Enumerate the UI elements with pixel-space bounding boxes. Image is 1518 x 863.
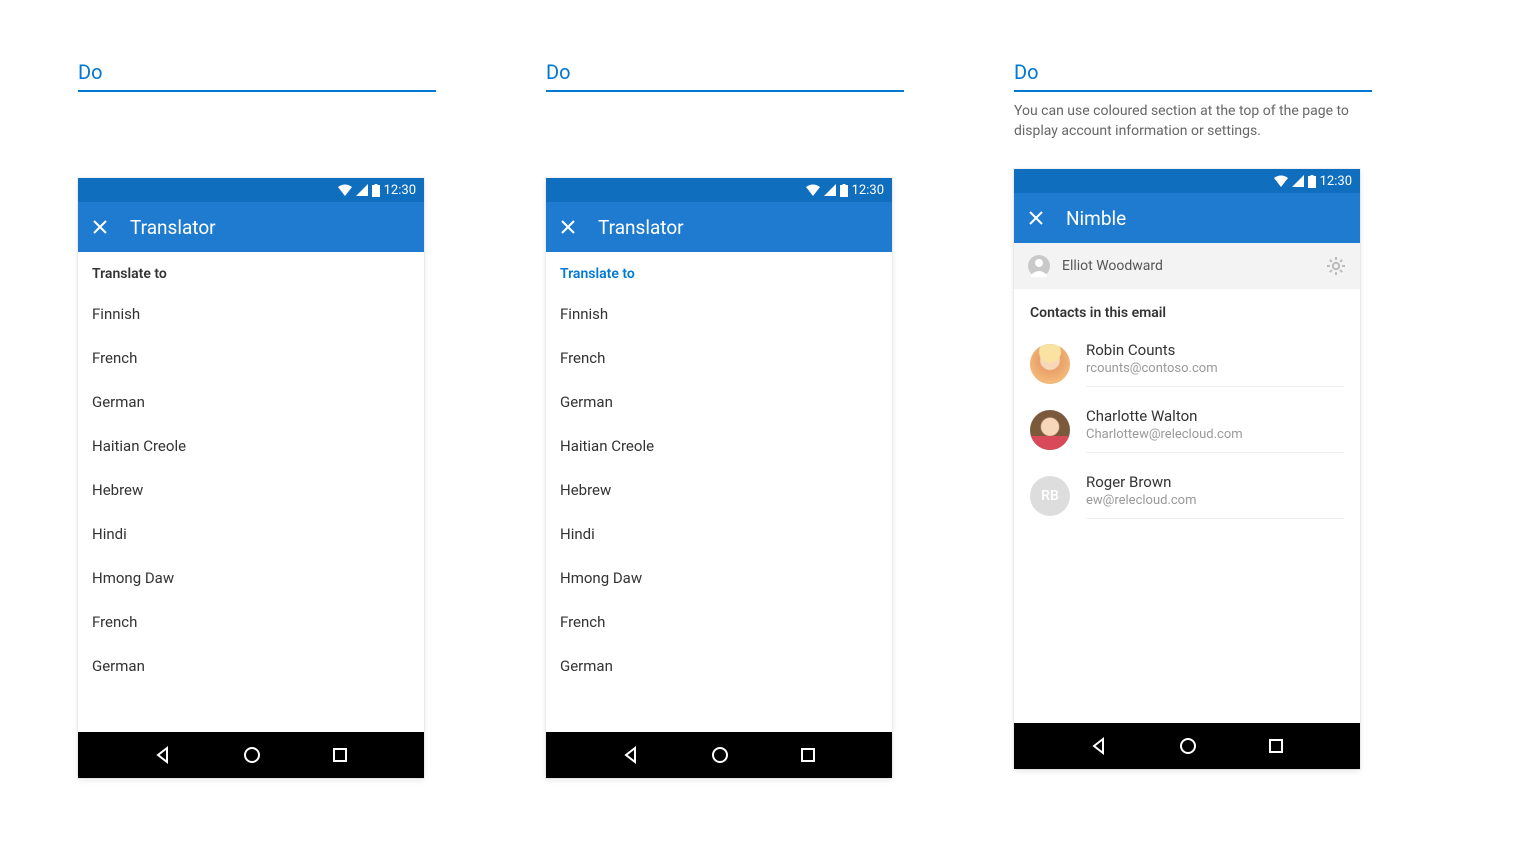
list-item[interactable]: Haitian Creole: [546, 424, 892, 468]
app-bar: Nimble: [1014, 193, 1360, 243]
list-item[interactable]: French: [78, 600, 424, 644]
battery-icon: [372, 184, 380, 197]
list-item[interactable]: Finnish: [78, 292, 424, 336]
list-item[interactable]: Hmong Daw: [78, 556, 424, 600]
nav-back-icon[interactable]: [1090, 737, 1108, 755]
nav-home-icon[interactable]: [1179, 737, 1197, 755]
section-header: Translate to: [78, 252, 424, 292]
content-area: Translate to Finnish French German Haiti…: [546, 252, 892, 732]
status-time: 12:30: [384, 183, 416, 198]
content-area: Translate to Finnish French German Haiti…: [78, 252, 424, 732]
nav-recent-icon[interactable]: [332, 747, 348, 763]
signal-icon: [824, 184, 836, 196]
nav-home-icon[interactable]: [711, 746, 729, 764]
wifi-icon: [338, 184, 352, 196]
nav-back-icon[interactable]: [154, 746, 172, 764]
example-col-1: Do 12:30 Translator Translate to Finnish: [78, 60, 436, 778]
contact-item[interactable]: RB Roger Brown ew@relecloud.com: [1014, 463, 1360, 529]
list-item[interactable]: Hindi: [78, 512, 424, 556]
contact-email: ew@relecloud.com: [1086, 493, 1344, 508]
avatar: [1030, 410, 1070, 450]
close-icon[interactable]: [560, 219, 576, 235]
list-item[interactable]: Hindi: [546, 512, 892, 556]
list-item[interactable]: Haitian Creole: [78, 424, 424, 468]
signal-icon: [1292, 175, 1304, 187]
list-item[interactable]: French: [546, 600, 892, 644]
examples-row: Do 12:30 Translator Translate to Finnish: [78, 60, 1440, 778]
example-col-3: Do You can use coloured section at the t…: [1014, 60, 1372, 778]
status-icons: [338, 184, 380, 197]
battery-icon: [1308, 175, 1316, 188]
status-time: 12:30: [852, 183, 884, 198]
contact-email: Charlottew@relecloud.com: [1086, 427, 1344, 442]
gear-icon[interactable]: [1326, 256, 1346, 276]
wifi-icon: [1274, 175, 1288, 187]
person-icon: [1028, 255, 1050, 277]
status-time: 12:30: [1320, 174, 1352, 189]
phone-mockup-2: 12:30 Translator Translate to Finnish Fr…: [546, 178, 892, 778]
status-bar: 12:30: [546, 178, 892, 202]
status-icons: [806, 184, 848, 197]
status-bar: 12:30: [78, 178, 424, 202]
android-nav-bar: [546, 732, 892, 778]
contact-name: Robin Counts: [1086, 341, 1344, 359]
app-bar: Translator: [78, 202, 424, 252]
list-item[interactable]: French: [78, 336, 424, 380]
phone-mockup-1: 12:30 Translator Translate to Finnish Fr…: [78, 178, 424, 778]
android-nav-bar: [78, 732, 424, 778]
wifi-icon: [806, 184, 820, 196]
example-caption: You can use coloured section at the top …: [1014, 102, 1372, 141]
app-title: Translator: [598, 216, 684, 239]
list-item[interactable]: German: [78, 380, 424, 424]
do-label: Do: [78, 60, 436, 92]
do-label: Do: [1014, 60, 1372, 92]
close-icon[interactable]: [1028, 210, 1044, 226]
nav-home-icon[interactable]: [243, 746, 261, 764]
account-section[interactable]: Elliot Woodward: [1014, 243, 1360, 289]
status-icons: [1274, 175, 1316, 188]
list-item[interactable]: German: [78, 644, 424, 688]
list-item[interactable]: German: [546, 380, 892, 424]
avatar: RB: [1030, 476, 1070, 516]
status-bar: 12:30: [1014, 169, 1360, 193]
app-bar: Translator: [546, 202, 892, 252]
battery-icon: [840, 184, 848, 197]
contact-item[interactable]: Charlotte Walton Charlottew@relecloud.co…: [1014, 397, 1360, 463]
list-item[interactable]: Hmong Daw: [546, 556, 892, 600]
contact-name: Roger Brown: [1086, 473, 1344, 491]
list-item[interactable]: Hebrew: [546, 468, 892, 512]
nav-back-icon[interactable]: [622, 746, 640, 764]
example-col-2: Do 12:30 Translator Translate to Finnish: [546, 60, 904, 778]
nav-recent-icon[interactable]: [800, 747, 816, 763]
account-name: Elliot Woodward: [1062, 258, 1314, 274]
do-label: Do: [546, 60, 904, 92]
contact-item[interactable]: Robin Counts rcounts@contoso.com: [1014, 331, 1360, 397]
contacts-header: Contacts in this email: [1014, 289, 1360, 331]
nav-recent-icon[interactable]: [1268, 738, 1284, 754]
list-item[interactable]: German: [546, 644, 892, 688]
list-item[interactable]: French: [546, 336, 892, 380]
app-title: Nimble: [1066, 207, 1126, 230]
close-icon[interactable]: [92, 219, 108, 235]
phone-mockup-3: 12:30 Nimble Elliot Woodward: [1014, 169, 1360, 769]
contact-email: rcounts@contoso.com: [1086, 361, 1344, 376]
list-item[interactable]: Hebrew: [78, 468, 424, 512]
signal-icon: [356, 184, 368, 196]
content-area: Elliot Woodward Contacts in this email R…: [1014, 243, 1360, 723]
avatar: [1030, 344, 1070, 384]
list-item[interactable]: Finnish: [546, 292, 892, 336]
android-nav-bar: [1014, 723, 1360, 769]
section-header: Translate to: [546, 252, 892, 292]
app-title: Translator: [130, 216, 216, 239]
contact-name: Charlotte Walton: [1086, 407, 1344, 425]
